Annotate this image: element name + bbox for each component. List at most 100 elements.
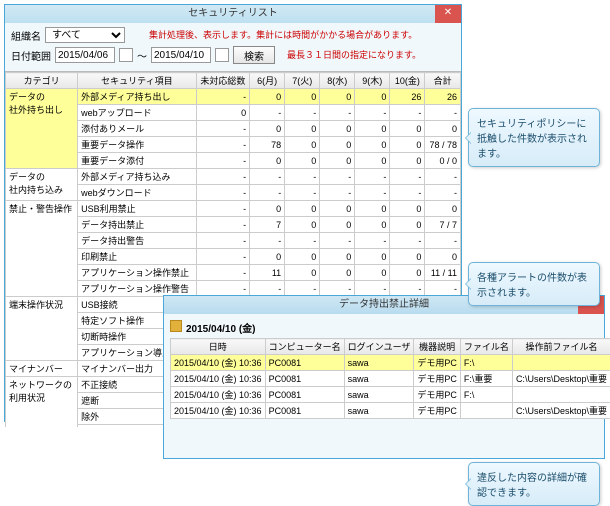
value-cell: 0 [390,265,425,281]
value-cell: - [425,185,461,201]
value-cell: - [196,89,250,105]
value-cell: - [196,201,250,217]
value-cell: - [425,233,461,249]
value-cell: 7 [250,217,285,233]
value-cell: - [320,105,355,121]
value-cell: 0 [250,89,285,105]
value-cell: - [250,185,285,201]
col-header[interactable]: 9(木) [355,73,390,89]
category-cell: データの社内持ち込み [6,169,78,201]
value-cell: F:\ [460,355,512,371]
value-cell: 26 [390,89,425,105]
value-cell: 0 [320,121,355,137]
table-row[interactable]: 2015/04/10 (金) 10:36PC0081sawaデモ用PCF:\重要… [171,371,610,387]
col-header[interactable]: 操作前ファイル名 [512,339,610,355]
value-cell: PC0081 [265,355,344,371]
value-cell: デモ用PC [414,387,461,403]
detail-window: データ持出禁止詳細 ✕ 2015/04/10 (金) 日時コンピューター名ログイ… [163,295,605,459]
table-row[interactable]: 2015/04/10 (金) 10:36PC0081sawaデモ用PCC:\Us… [171,403,610,419]
window-title: セキュリティリスト [188,8,277,19]
value-cell: C:\Users\Desktop\重要 [512,403,610,419]
item-cell: 外部メディア持ち込み [78,169,196,185]
value-cell: - [196,137,250,153]
calendar-icon[interactable] [215,48,229,62]
value-cell: 0 [355,217,390,233]
value-cell: - [390,233,425,249]
col-header[interactable]: 機器説明 [414,339,461,355]
value-cell: - [196,169,250,185]
value-cell: F:\ [460,387,512,403]
value-cell: 0 [320,89,355,105]
value-cell: 0 [390,249,425,265]
col-header[interactable]: ファイル名 [460,339,512,355]
value-cell: 7 / 7 [425,217,461,233]
value-cell: 0 [320,137,355,153]
col-header[interactable]: カテゴリ [6,73,78,89]
value-cell: 78 [250,137,285,153]
close-icon[interactable]: ✕ [435,5,461,23]
category-cell: マイナンバー [6,361,78,377]
value-cell: 0 [196,105,250,121]
item-cell: 印刷禁止 [78,249,196,265]
item-cell: アプリケーション操作禁止 [78,265,196,281]
item-cell: 外部メディア持ち出し [78,89,196,105]
detail-grid[interactable]: 日時コンピューター名ログインユーザ機器説明ファイル名操作前ファイル名2015/0… [170,338,610,419]
col-header[interactable]: 8(水) [320,73,355,89]
value-cell: - [285,185,320,201]
category-cell: 端末操作状況 [6,297,78,361]
value-cell: - [285,169,320,185]
value-cell: 0 [425,249,461,265]
col-header[interactable]: セキュリティ項目 [78,73,196,89]
value-cell: - [250,169,285,185]
org-label: 組織名 [11,28,41,43]
col-header[interactable]: 7(火) [285,73,320,89]
table-row[interactable]: 2015/04/10 (金) 10:36PC0081sawaデモ用PCF:\ [171,355,610,371]
search-button[interactable]: 検索 [233,46,275,64]
value-cell: - [285,233,320,249]
value-cell: sawa [344,355,414,371]
value-cell: 0 [390,217,425,233]
value-cell: 78 / 78 [425,137,461,153]
col-header[interactable]: コンピューター名 [265,339,344,355]
callout-policy: セキュリティポリシーに抵触した件数が表示されます。 [468,108,600,167]
value-cell: - [196,153,250,169]
table-row[interactable]: データの社外持ち出し外部メディア持ち出し-00002626 [6,89,461,105]
calendar-icon[interactable] [119,48,133,62]
value-cell [460,403,512,419]
table-row[interactable]: データの社内持ち込み外部メディア持ち込み------- [6,169,461,185]
value-cell: - [196,233,250,249]
value-cell: 0 [285,137,320,153]
value-cell: デモ用PC [414,403,461,419]
col-header[interactable]: 6(月) [250,73,285,89]
value-cell: C:\Users\Desktop\重要 [512,371,610,387]
value-cell: PC0081 [265,403,344,419]
col-header[interactable]: 未対応総数 [196,73,250,89]
value-cell: - [196,249,250,265]
org-select[interactable]: すべて [45,27,125,43]
value-cell: - [425,105,461,121]
value-cell: 0 / 0 [425,153,461,169]
value-cell: - [320,233,355,249]
value-cell: - [196,121,250,137]
value-cell: - [390,185,425,201]
value-cell: 0 [320,153,355,169]
value-cell: 0 [390,201,425,217]
col-header[interactable]: 合計 [425,73,461,89]
value-cell: - [250,233,285,249]
value-cell: 0 [355,89,390,105]
value-cell: 0 [285,249,320,265]
value-cell: 2015/04/10 (金) 10:36 [171,403,266,419]
col-header[interactable]: ログインユーザ [344,339,414,355]
titlebar: セキュリティリスト ✕ [5,5,461,23]
date-to-input[interactable] [151,47,211,63]
item-cell: webアップロード [78,105,196,121]
col-header[interactable]: 10(金) [390,73,425,89]
value-cell: 11 [250,265,285,281]
date-mark-icon [170,320,182,332]
col-header[interactable]: 日時 [171,339,266,355]
note-line2: 最長３１日間の指定になります。 [287,50,421,61]
date-from-input[interactable] [55,47,115,63]
table-row[interactable]: 禁止・警告操作USB利用禁止-000000 [6,201,461,217]
value-cell: 0 [250,121,285,137]
table-row[interactable]: 2015/04/10 (金) 10:36PC0081sawaデモ用PCF:\ [171,387,610,403]
